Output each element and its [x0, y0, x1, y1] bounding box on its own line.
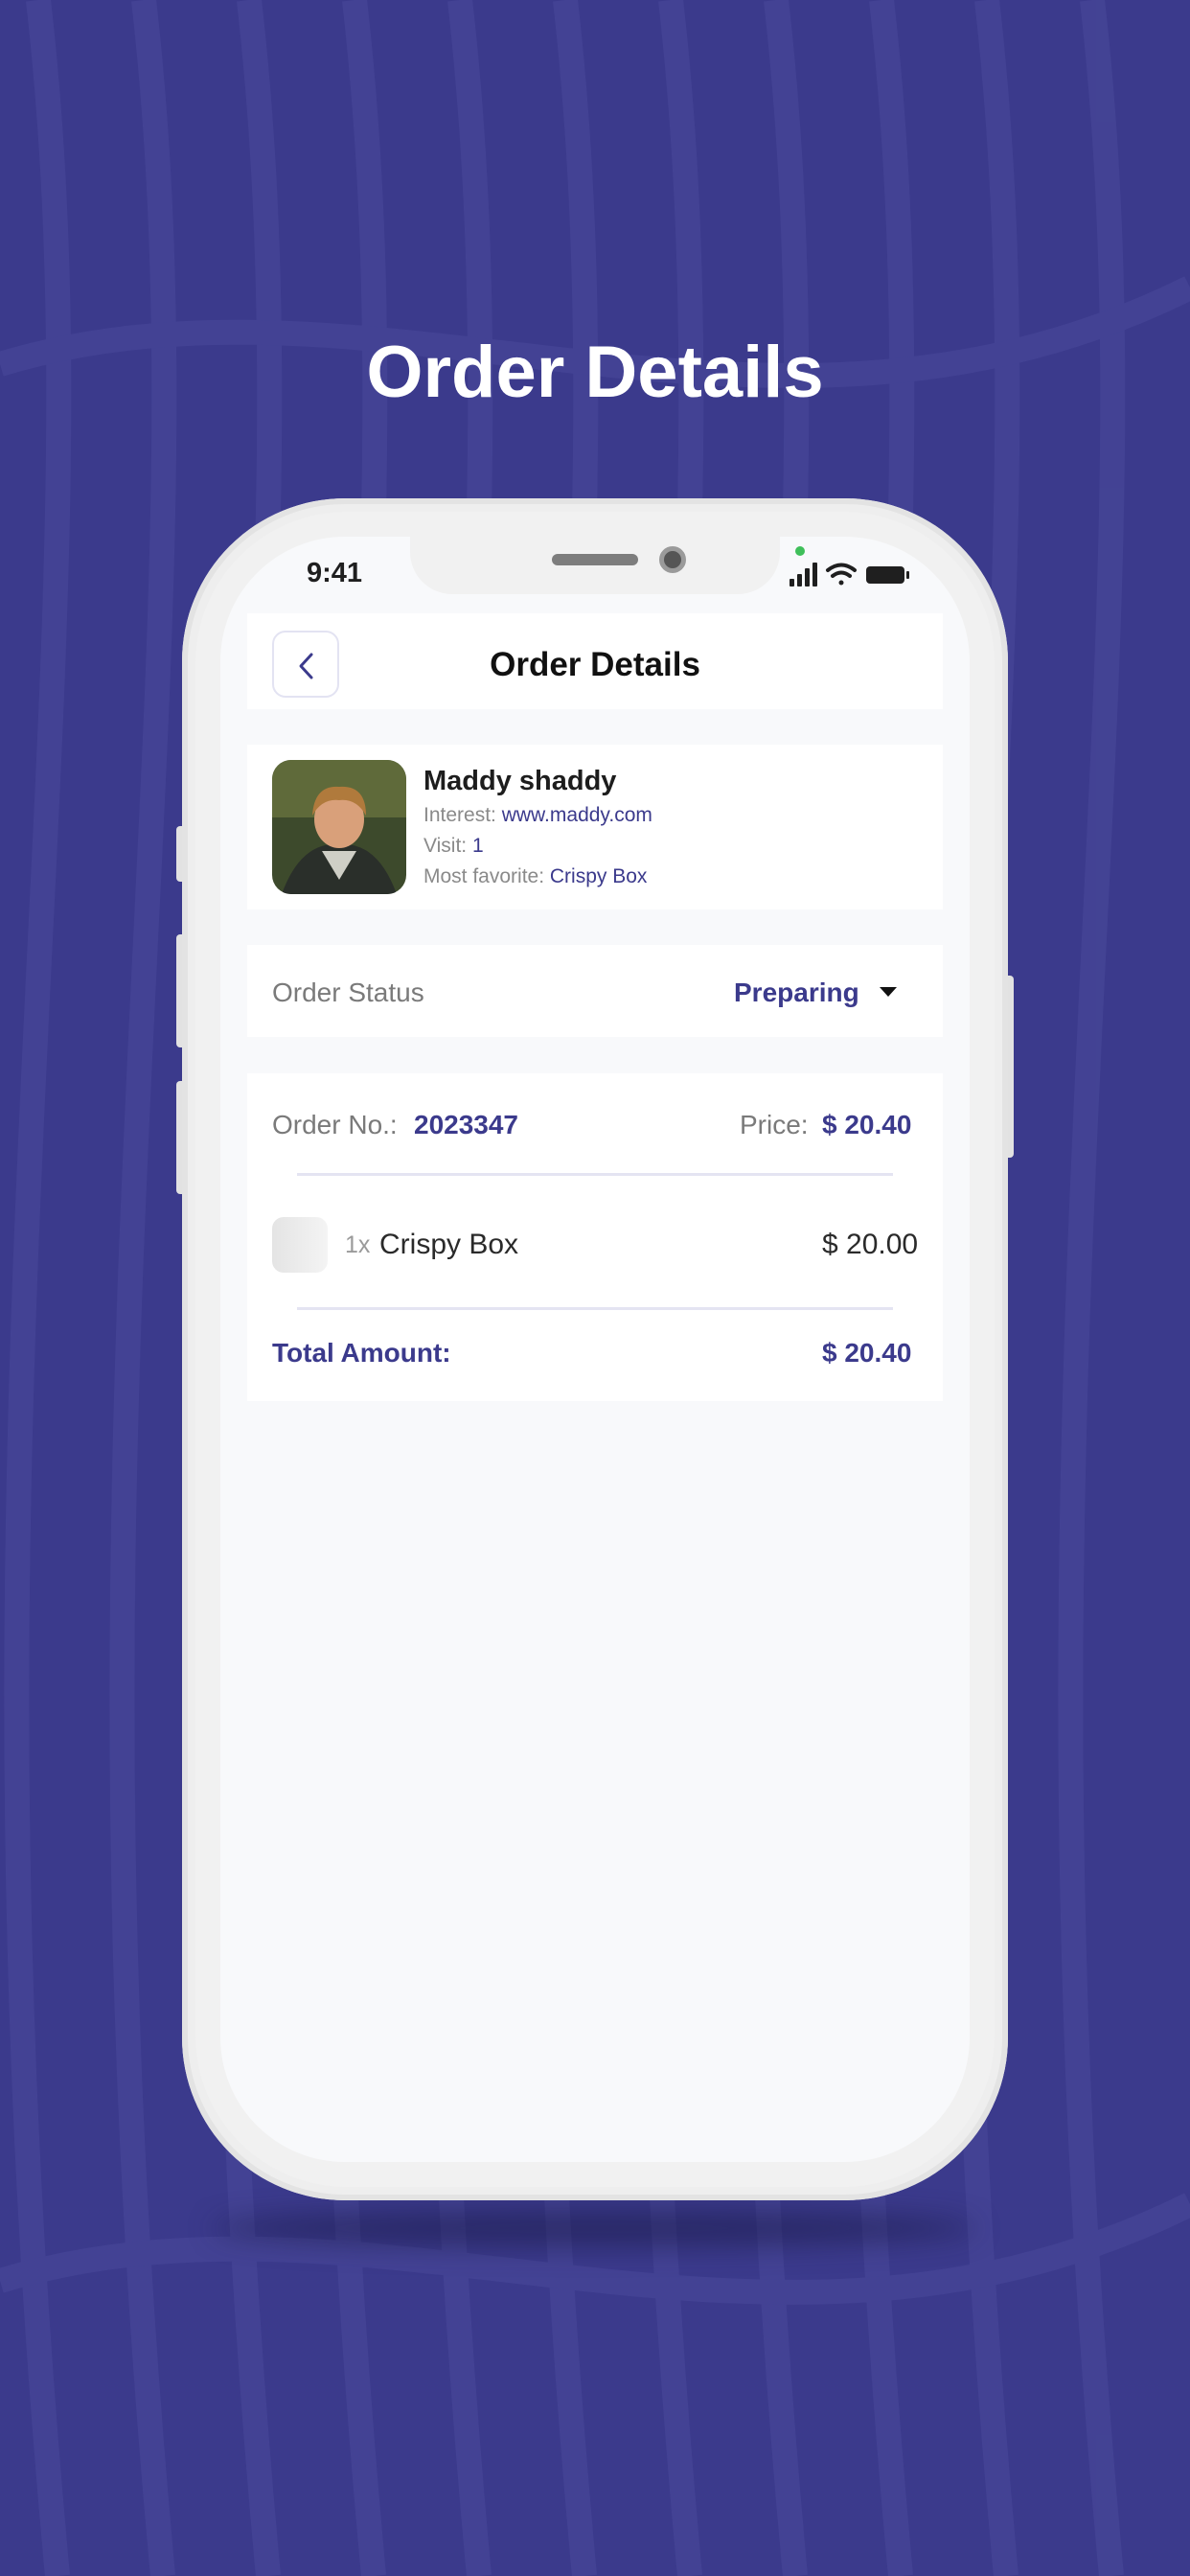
customer-card: Maddy shaddy Interest: www.maddy.com Vis… — [247, 745, 943, 909]
favorite-label: Most favorite: — [423, 865, 545, 887]
total-amount-label: Total Amount: — [272, 1338, 451, 1368]
visit-label: Visit: — [423, 835, 468, 857]
notch — [410, 537, 780, 594]
order-status-value[interactable]: Preparing — [734, 978, 859, 1008]
interest-label: Interest: — [423, 804, 496, 826]
page-headline: Order Details — [366, 332, 824, 413]
total-amount-value: $ 20.40 — [822, 1338, 912, 1368]
avatar — [272, 760, 406, 894]
order-number-value: 2023347 — [414, 1110, 519, 1139]
price-value: $ 20.40 — [822, 1110, 912, 1139]
order-status-dropdown[interactable]: Order Status Preparing — [247, 945, 943, 1037]
customer-name: Maddy shaddy — [423, 766, 617, 796]
cellular-signal-icon — [790, 563, 817, 586]
price-label: Price: — [740, 1110, 809, 1139]
divider — [297, 1173, 893, 1176]
front-camera — [659, 546, 686, 573]
phone-shadow — [211, 2209, 977, 2247]
favorite-value: Crispy Box — [549, 865, 648, 887]
customer-interest-row: Interest: www.maddy.com — [423, 804, 652, 827]
speaker-grille — [552, 554, 638, 565]
order-summary-card: Order No.: 2023347 Price: $ 20.40 1x Cri… — [247, 1073, 943, 1401]
avatar-image — [272, 760, 406, 894]
privacy-indicator-dot — [795, 546, 805, 556]
visit-count: 1 — [471, 835, 484, 857]
customer-favorite-row: Most favorite: Crispy Box — [423, 865, 647, 888]
item-price: $ 20.00 — [822, 1229, 919, 1260]
status-time: 9:41 — [307, 558, 363, 588]
phone-screen: 9:41 Order Details Maddy shaddy Interest… — [220, 537, 970, 2162]
order-status-label: Order Status — [272, 978, 424, 1007]
item-quantity: 1x — [345, 1231, 371, 1258]
battery-icon — [866, 566, 909, 584]
item-thumbnail — [272, 1217, 328, 1273]
page-title: Order Details — [490, 646, 700, 683]
order-number-label: Order No.: — [272, 1110, 398, 1139]
interest-link[interactable]: www.maddy.com — [502, 804, 652, 826]
status-icons — [790, 563, 909, 586]
customer-visit-row: Visit: 1 — [423, 835, 484, 858]
item-name: Crispy Box — [379, 1229, 519, 1260]
nav-bar: Order Details — [247, 613, 943, 709]
divider — [297, 1307, 893, 1310]
caret-down-icon[interactable] — [878, 985, 899, 999]
wifi-icon — [826, 563, 857, 586]
phone-frame: 9:41 Order Details Maddy shaddy Interest… — [182, 498, 1008, 2200]
